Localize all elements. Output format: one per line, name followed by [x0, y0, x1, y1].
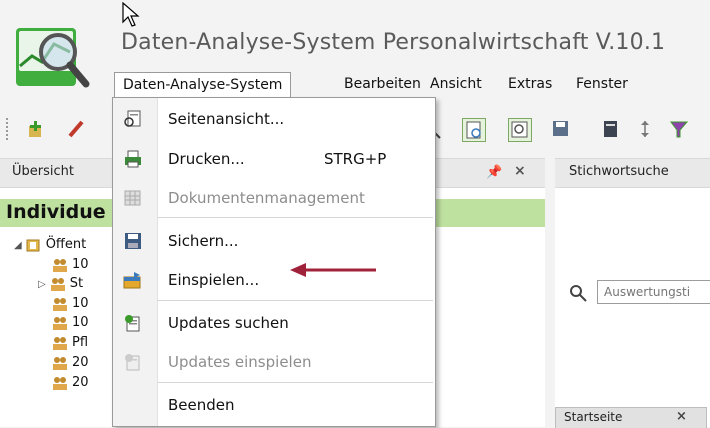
menu-item-label: Updates einspielen: [168, 353, 312, 371]
tree-item-label: Öffent: [45, 237, 87, 252]
menu-fenster[interactable]: Fenster: [576, 72, 628, 96]
save-toolbar-icon[interactable]: [550, 118, 572, 140]
preview-chart-icon[interactable]: [462, 118, 486, 142]
keyword-search-panel: [555, 187, 710, 427]
panel-splitter[interactable]: [545, 148, 555, 427]
document-icon[interactable]: [600, 118, 622, 140]
tree-row[interactable]: Pfl: [52, 334, 88, 352]
annotation-arrow-icon: [290, 262, 380, 281]
menu-item-label: Sichern...: [168, 232, 239, 250]
menu-ansicht[interactable]: Ansicht: [430, 72, 482, 96]
menu-item-label: Einspielen...: [168, 271, 260, 289]
menu-daten-analyse-system[interactable]: Daten-Analyse-System: [114, 72, 292, 97]
menu-item-label: Drucken...: [168, 150, 245, 168]
keyword-search-header: Stichwortsuche: [555, 158, 710, 188]
toolbar-grip: [6, 118, 12, 140]
app-logo-icon: [14, 22, 92, 94]
tree-item-label: 10: [72, 315, 89, 330]
printer-icon: [123, 150, 143, 168]
tree-item-label: 10: [72, 296, 89, 311]
menu-item-updates-einspielen[interactable]: Updates einspielen: [113, 345, 435, 379]
group-icon: [52, 356, 68, 370]
tree-row[interactable]: ◢ Öffent: [14, 236, 86, 254]
page-preview-icon: [123, 110, 143, 128]
window-title: Daten-Analyse-System Personalwirtschaft …: [121, 30, 666, 55]
report-heading: Individue: [6, 201, 106, 223]
menu-item-label: Beenden: [168, 396, 235, 414]
pin-icon[interactable]: 📌: [486, 165, 502, 180]
group-icon: [52, 316, 68, 330]
tree-item-label: St: [69, 276, 84, 291]
expand-arrow-icon[interactable]: ▷: [38, 279, 46, 290]
sort-icon[interactable]: [634, 118, 656, 140]
group-icon: [52, 297, 68, 311]
overview-panel-title: Übersicht: [12, 164, 74, 179]
menu-item-label: Seitenansicht...: [168, 110, 285, 128]
tree-row[interactable]: 20: [52, 354, 89, 372]
mouse-cursor-icon: [122, 1, 142, 32]
menu-separator: [157, 382, 433, 383]
edit-pencil-icon[interactable]: [66, 118, 88, 140]
tree-row[interactable]: 10: [52, 295, 89, 313]
tab-startseite[interactable]: Startseite ×: [555, 407, 707, 428]
group-icon: [52, 336, 68, 350]
new-item-icon[interactable]: [26, 118, 48, 140]
keyword-search-title: Stichwortsuche: [569, 164, 669, 179]
group-icon: [52, 258, 68, 272]
menu-extras[interactable]: Extras: [508, 72, 552, 96]
menu-item-shortcut: STRG+P: [324, 150, 387, 168]
group-icon: [52, 376, 68, 390]
search-icon: [569, 284, 587, 306]
keyword-search-input[interactable]: [597, 280, 710, 304]
menu-item-seitenansicht[interactable]: Seitenansicht...: [113, 102, 435, 136]
import-icon: [123, 271, 143, 289]
close-tab-icon[interactable]: ×: [676, 409, 687, 424]
menu-separator: [157, 217, 433, 218]
menu-item-beenden[interactable]: Beenden: [113, 388, 435, 422]
grid-icon: [123, 189, 143, 207]
tree-item-label: 20: [72, 355, 89, 370]
close-icon[interactable]: ×: [514, 163, 526, 179]
menu-item-label: Dokumentenmanagement: [168, 189, 365, 207]
menu-bearbeiten[interactable]: Bearbeiten: [344, 72, 421, 96]
updates-install-icon: [123, 353, 143, 371]
menu-item-sichern[interactable]: Sichern...: [113, 224, 435, 258]
zoom-page-icon[interactable]: [508, 118, 532, 142]
group-icon: [50, 277, 66, 291]
tree-row[interactable]: 10: [52, 256, 89, 274]
menu-item-updates-suchen[interactable]: Updates suchen: [113, 306, 435, 340]
filter-icon[interactable]: [668, 118, 690, 140]
folder-icon: [26, 238, 42, 252]
tree-row[interactable]: ▷ St: [38, 275, 83, 293]
tree-item-label: Pfl: [72, 335, 89, 350]
menu-separator: [157, 300, 433, 301]
tree-item-label: 10: [72, 257, 89, 272]
updates-search-icon: [123, 314, 143, 332]
collapse-arrow-icon[interactable]: ◢: [14, 240, 22, 251]
menu-item-einspielen[interactable]: Einspielen...: [113, 263, 435, 297]
tree-row[interactable]: 20: [52, 374, 89, 392]
tree-row[interactable]: 10: [52, 314, 89, 332]
menubar: Daten-Analyse-System Bearbeiten Ansicht …: [108, 72, 710, 98]
menu-item-label: Updates suchen: [168, 314, 289, 332]
tree-item-label: 20: [72, 375, 89, 390]
save-icon: [123, 232, 143, 250]
tab-label: Startseite: [564, 410, 623, 424]
file-dropdown-menu: Seitenansicht... Drucken... STRG+P Dokum…: [112, 97, 436, 427]
menu-item-dokumentenmanagement[interactable]: Dokumentenmanagement: [113, 181, 435, 215]
menu-item-drucken[interactable]: Drucken... STRG+P: [113, 142, 435, 176]
